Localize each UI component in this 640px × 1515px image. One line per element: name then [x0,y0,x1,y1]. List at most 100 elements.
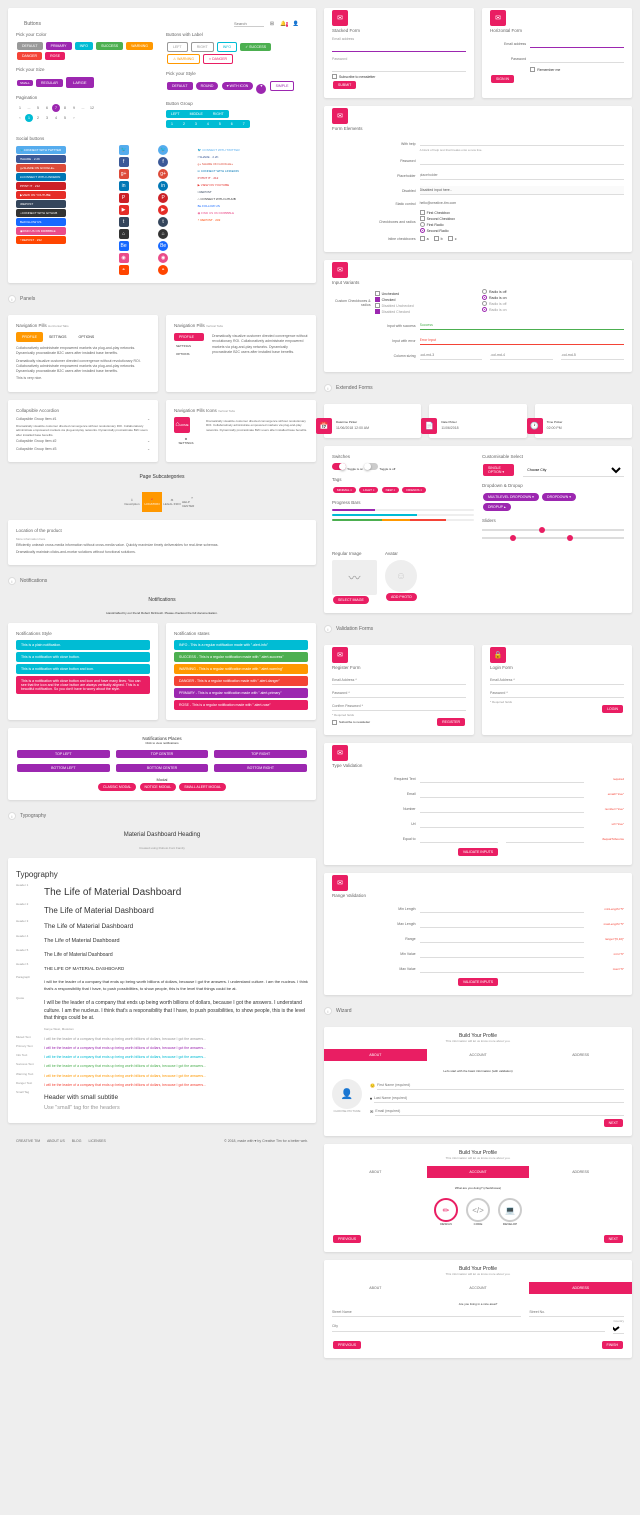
range-input[interactable] [420,934,584,943]
wiz2-tab-account[interactable]: ACCOUNT [427,1166,530,1178]
inline-c[interactable]: c [448,236,457,241]
grp-right[interactable]: RIGHT [208,110,229,118]
grp-left[interactable]: LEFT [166,110,185,118]
dribbble-round-icon[interactable]: ◉ [158,253,168,263]
dropdown-button[interactable]: DROPDOWN ▾ [542,493,576,501]
notifications-icon[interactable]: 🔔5 [280,20,288,28]
wiz-develop[interactable]: 💻 [498,1198,522,1222]
reg-email[interactable] [332,676,466,685]
facebook-button[interactable]: f SHARE · 2.2K [16,155,66,163]
primary-button[interactable]: PRIMARY [46,42,72,50]
wiz-first[interactable] [377,1081,624,1090]
reg-subscribe[interactable]: Subscribe to newsletter [332,720,370,725]
tab-help[interactable]: ?HELP CENTER [182,492,202,512]
dashboard-icon[interactable]: ⊞ [268,20,276,28]
vtab-settings[interactable]: SETTINGS [174,342,204,350]
tab-profile[interactable]: PROFILE [16,332,43,342]
signin-button[interactable]: SIGN IN [491,75,514,83]
tag-minimal[interactable]: MINIMAL × [333,487,356,493]
email-v-input[interactable] [420,789,584,798]
github-round-icon[interactable]: ⌂ [158,229,168,239]
wiz2-next[interactable]: NEXT [604,1235,623,1243]
tag-new[interactable]: NEW × [382,487,400,493]
tab-options[interactable]: OPTIONS [73,332,101,342]
warning-outline-button[interactable]: ⚠ WARNING [167,54,200,64]
dropup-button[interactable]: DROPUP ▴ [483,503,511,511]
footer-licenses[interactable]: LICENSES [89,1139,106,1143]
simple-button[interactable]: SIMPLE [270,81,295,91]
col5-input[interactable] [561,351,624,360]
footer-creative-tim[interactable]: CREATIVE TIM [16,1139,40,1143]
person-icon[interactable]: 👤 [292,20,300,28]
accordion-item-1[interactable]: Collapsible Group Item #1⌄ [16,417,150,422]
wiz3-finish[interactable]: FINISH [602,1341,623,1349]
num-input[interactable] [420,804,584,813]
linkedin-text[interactable]: in CONNECT WITH LINKEDIN [198,169,308,173]
reddit-icon[interactable]: ◓ [119,265,129,275]
twitter-round-icon[interactable]: 🐦 [158,145,168,155]
first-checkbox[interactable]: First Checkbox [420,210,450,215]
maxlen-input[interactable] [420,919,584,928]
facebook-round-icon[interactable]: f [158,157,168,167]
checked[interactable]: Checked [375,297,396,302]
tumblr-round-icon[interactable]: t [158,217,168,227]
default-style-button[interactable]: DEFAULT [167,82,193,90]
search-input[interactable] [234,21,264,27]
icon-only-button[interactable]: ♥ [256,84,266,94]
grp-2[interactable]: 2 [178,120,190,128]
pwd-input[interactable] [420,156,624,165]
grp-7[interactable]: 7 [238,120,250,128]
wiz-tab-about[interactable]: ABOUT [324,1049,427,1061]
tab-legal[interactable]: ⚖LEGAL INFO [162,492,182,512]
right-button[interactable]: RIGHT [191,42,214,52]
login-pwd[interactable] [490,689,624,698]
vtab-options[interactable]: OPTIONS [174,350,204,358]
select-image-button[interactable]: SELECT IMAGE [333,596,369,604]
dribbble-icon[interactable]: ◉ [119,253,129,263]
password-input[interactable] [332,63,466,72]
youtube-button[interactable]: ▶ VIEW ON YOUTUBE [16,191,66,199]
wiz-code[interactable]: </> [466,1198,490,1222]
googleplus-text[interactable]: g+ SHARE ON GOOGLE+ [198,162,308,166]
youtube-round-icon[interactable]: ▶ [158,205,168,215]
tab-desc[interactable]: ℹDescription [122,492,142,512]
reg-pwd[interactable] [332,689,466,698]
wiz-city[interactable] [332,1321,605,1332]
grp-1[interactable]: 1 [166,120,178,128]
subscribe-checkbox[interactable]: Subscribe to newsletter [332,74,375,79]
wiz3-tab-address[interactable]: ADDRESS [529,1282,632,1294]
behance-button[interactable]: Be FOLLOW US [16,218,66,226]
grp-5[interactable]: 5 [214,120,226,128]
slider-1[interactable] [482,529,624,531]
accordion-item-3[interactable]: Collapsible Group Item #3⌄ [16,447,150,452]
error-input[interactable] [420,336,624,345]
inline-b[interactable]: b [434,236,443,241]
col4-input[interactable] [490,351,553,360]
wiz-street[interactable] [332,1308,521,1317]
dribbble-text[interactable]: ◉ FIND US ON DRIBBBLE [198,211,308,215]
reg-pwd2[interactable] [332,702,466,711]
second-checkbox[interactable]: Second Checkbox [420,216,455,221]
behance-text[interactable]: Be FOLLOW US [198,204,308,208]
wiz-email[interactable] [375,1107,624,1116]
wiz2-tab-about[interactable]: ABOUT [324,1166,427,1178]
pinterest-button[interactable]: P PINT IT · 212 [16,182,66,190]
wiz-country[interactable]: SINGLE SELECT [613,1323,624,1334]
add-photo-button[interactable]: ADD PHOTO [386,593,417,601]
maxval-input[interactable] [420,964,584,973]
pos-br[interactable]: BOTTOM RIGHT [214,764,307,772]
home-icon-tab[interactable]: ⌂HOME [174,417,190,433]
wiz2-tab-address[interactable]: ADDRESS [529,1166,632,1178]
radio-off[interactable]: Radio is off [482,289,506,294]
validate-range-button[interactable]: VALIDATE INPUTS [458,978,498,986]
minval-input[interactable] [420,949,584,958]
wiz2-prev[interactable]: PREVIOUS [333,1235,361,1243]
linkedin-button[interactable]: in CONNECT WITH LINKEDIN [16,173,66,181]
reddit-round-icon[interactable]: ◓ [158,265,168,275]
placeholder-input[interactable] [420,171,624,180]
footer-about[interactable]: ABOUT US [47,1139,65,1143]
wiz-design[interactable]: ✏ [434,1198,458,1222]
tumblr-button[interactable]: t REPOST [16,200,66,208]
validate-button[interactable]: VALIDATE INPUTS [458,848,498,856]
tab-location[interactable]: 📍LOCATION [142,492,162,512]
